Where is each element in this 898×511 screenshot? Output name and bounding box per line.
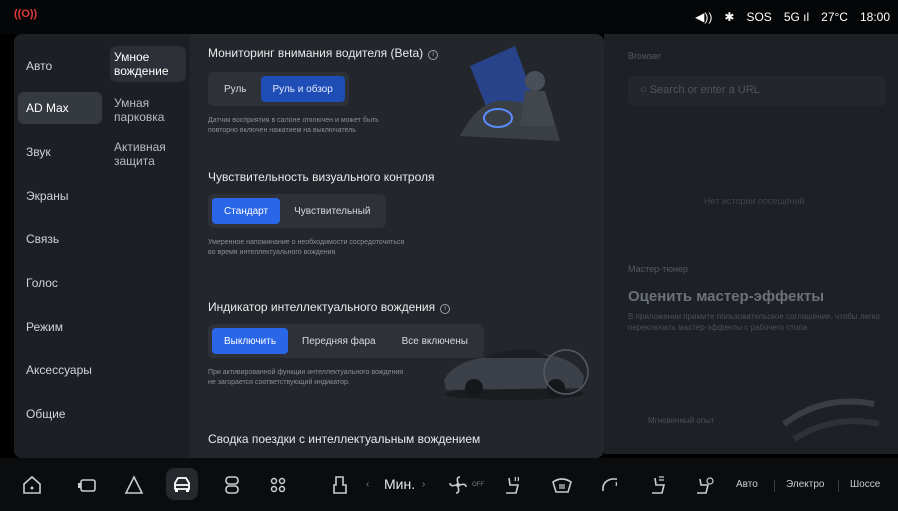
nav-item-accessories[interactable]: Аксессуары: [18, 354, 102, 386]
info-icon[interactable]: i: [440, 304, 451, 314]
home-icon[interactable]: [20, 473, 44, 497]
mode-highway[interactable]: Шоссе: [850, 479, 880, 490]
indicator-title-text: Индикатор интеллектуального вождения: [208, 300, 436, 314]
bluetooth-icon: ✱: [724, 10, 735, 24]
tuner-description: В приложении примите пользовательское со…: [628, 312, 880, 332]
settings-panel: Авто AD Max Звук Экраны Связь Голос Режи…: [14, 34, 604, 458]
nav-item-auto[interactable]: Авто: [18, 50, 102, 82]
primary-nav: Авто AD Max Звук Экраны Связь Голос Режи…: [14, 34, 108, 458]
massage-icon[interactable]: [692, 473, 716, 497]
nav-item-mode[interactable]: Режим: [18, 311, 102, 343]
option-off[interactable]: Выключить: [212, 328, 289, 354]
nav-item-voice[interactable]: Голос: [18, 267, 102, 299]
road-illustration: [782, 398, 880, 442]
tuner-label: Мастер-тюнер: [628, 264, 688, 274]
option-steering[interactable]: Руль: [212, 76, 259, 102]
hazard-logo: ((O)): [14, 8, 38, 20]
status-bar: ((O)) ◀)) ✱ SOS 5G ıl 27°C 18:00: [0, 0, 898, 34]
seat-ventilation-icon[interactable]: [646, 473, 670, 497]
nav-item-displays[interactable]: Экраны: [18, 180, 102, 212]
sensitivity-section-title: Чувствительность визуального контроля: [208, 170, 435, 184]
car-icon[interactable]: [170, 473, 194, 497]
driver-monitoring-illustration: [440, 46, 580, 146]
climate-temperature: Мин.: [384, 476, 416, 492]
attention-segmented-control: Руль Руль и обзор: [208, 72, 349, 106]
sensitivity-segmented-control: Стандарт Чувствительный: [208, 194, 387, 228]
steering-heat-icon[interactable]: [598, 473, 622, 497]
windshield-defrost-icon[interactable]: [550, 473, 574, 497]
browser-search-input[interactable]: ○ Search or enter a URL: [628, 76, 886, 106]
search-placeholder: Search or enter a URL: [649, 84, 760, 96]
apps-switch-icon[interactable]: [76, 473, 100, 497]
attention-title-text: Мониторинг внимания водителя (Beta): [208, 46, 424, 60]
mode-auto[interactable]: Авто: [736, 479, 758, 490]
option-sensitive[interactable]: Чувствительный: [282, 198, 382, 224]
instant-experience-label[interactable]: Мгновенный опыт: [648, 415, 715, 426]
clock: 18:00: [859, 10, 890, 24]
nav-item-sound[interactable]: Звук: [18, 136, 102, 168]
fan-icon[interactable]: [446, 473, 470, 497]
nav-item-connectivity[interactable]: Связь: [18, 223, 102, 255]
subnav-smart-driving[interactable]: Умное вождение: [110, 46, 186, 82]
settings-content: Мониторинг внимания водителя (Beta) i Рул…: [190, 34, 604, 458]
seat-icon[interactable]: [328, 473, 352, 497]
history-empty-label: Нет истории посещений: [704, 196, 805, 206]
outside-temperature: 27°C: [821, 10, 848, 24]
mode-electric[interactable]: Электро: [786, 479, 824, 490]
option-steering-and-view[interactable]: Руль и обзор: [260, 76, 345, 102]
temp-down-arrow[interactable]: ‹: [366, 479, 369, 490]
info-icon[interactable]: i: [428, 50, 439, 60]
nav-item-ad-max[interactable]: AD Max: [18, 92, 102, 124]
secondary-nav: Умное вождение Умная парковка Активная з…: [108, 34, 190, 458]
sos-label[interactable]: SOS: [746, 10, 771, 24]
subnav-active-safety[interactable]: Активная защита: [110, 136, 186, 172]
nav-item-general[interactable]: Общие: [18, 398, 102, 430]
navigation-icon[interactable]: [122, 473, 146, 497]
apps-grid-icon[interactable]: [266, 473, 290, 497]
attention-section-title: Мониторинг внимания водителя (Beta) i: [208, 46, 439, 60]
background-apps: Browser ○ Search or enter a URL Нет исто…: [604, 34, 898, 454]
media-icon[interactable]: [220, 473, 244, 497]
search-icon: ○: [640, 84, 650, 96]
divider: [774, 480, 775, 492]
seat-heating-icon[interactable]: [500, 473, 524, 497]
divider: [838, 480, 839, 492]
tuner-title[interactable]: Оценить мастер-эффекты: [628, 288, 824, 305]
indicator-section-title: Индикатор интеллектуального вождения i: [208, 300, 451, 314]
attention-note: Датчик восприятия в салоне отключен и мо…: [208, 117, 379, 134]
option-standard[interactable]: Стандарт: [212, 198, 281, 224]
car-illustration: [444, 349, 589, 400]
sensitivity-note: Умеренное напоминание о необходимости со…: [208, 239, 405, 256]
option-headlight[interactable]: Передняя фара: [290, 328, 388, 354]
bottom-dock: ‹ Мин. › OFF Авто Электро Шоссе: [0, 458, 898, 511]
trip-summary-title[interactable]: Сводка поездки с интеллектуальным вожден…: [208, 432, 480, 446]
temp-up-arrow[interactable]: ›: [422, 479, 425, 490]
volume-icon: ◀)): [695, 10, 713, 24]
subnav-smart-parking[interactable]: Умная парковка: [110, 92, 186, 128]
network-indicator: 5G ıl: [783, 10, 810, 24]
browser-label: Browser: [628, 51, 662, 61]
indicator-note: При активированной функции интеллектуаль…: [208, 369, 404, 386]
fan-state: OFF: [472, 482, 484, 488]
